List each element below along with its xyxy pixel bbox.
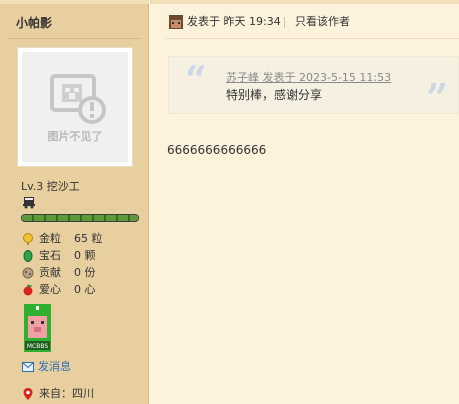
only-author-link[interactable]: 只看该作者	[295, 14, 350, 30]
avatar[interactable]: 图片不见了	[17, 47, 133, 167]
stat-label: 爱心	[39, 283, 61, 296]
quote-open-icon: “	[185, 57, 207, 102]
avatar-caption: 图片不见了	[47, 130, 103, 143]
level-progress-bar	[21, 214, 139, 222]
stat-value: 0 份	[74, 266, 96, 279]
mail-icon	[22, 362, 34, 372]
author-avatar-icon	[169, 15, 183, 29]
post-timestamp: 发表于 昨天 19:34	[187, 15, 281, 28]
sidebar-top-stripe	[0, 0, 149, 4]
medal-badge-icon[interactable]: MCBBS	[24, 304, 51, 352]
quote-block: “ 苏子峰 发表于 2023-5-15 11:53 特别棒，感谢分享 ”	[168, 56, 459, 120]
stat-value: 65 粒	[74, 232, 103, 245]
send-message-label: 发消息	[38, 360, 71, 373]
heart-apple-icon	[23, 284, 33, 296]
stat-label: 贡献	[39, 266, 61, 279]
medal-text: MCBBS	[27, 343, 48, 350]
minecart-icon	[23, 197, 35, 209]
stat-label: 宝石	[39, 249, 61, 262]
header-divider	[284, 17, 285, 28]
location-label: 来自：四川	[39, 387, 94, 400]
post-top-stripe	[150, 0, 459, 4]
emerald-icon	[23, 250, 33, 262]
sidebar-divider	[8, 38, 141, 39]
post-header-divider	[165, 38, 459, 39]
contribution-icon	[22, 267, 34, 279]
stat-value: 0 颗	[74, 249, 96, 262]
gold-nugget-icon	[23, 233, 33, 245]
level-progress-fill	[22, 215, 138, 221]
user-level[interactable]: Lv.3 挖沙工	[21, 178, 80, 194]
stat-label: 金粒	[39, 232, 61, 245]
broken-image-icon	[50, 74, 106, 124]
username[interactable]: 小帕影	[16, 14, 52, 31]
location-pin-icon	[23, 388, 33, 400]
quote-author-link[interactable]: 苏子峰 发表于 2023-5-15 11:53	[226, 69, 391, 85]
quote-close-icon: ”	[426, 75, 448, 120]
quote-text: 特别棒，感谢分享	[226, 88, 323, 102]
avatar-placeholder: 图片不见了	[22, 52, 128, 162]
post-content: 6666666666666	[167, 143, 267, 157]
user-sidebar: 小帕影 图片不见了 Lv.3 挖沙工 金粒 65 粒 宝石 0 颗 贡献 0 份…	[0, 0, 149, 404]
stat-value: 0 心	[74, 283, 96, 296]
